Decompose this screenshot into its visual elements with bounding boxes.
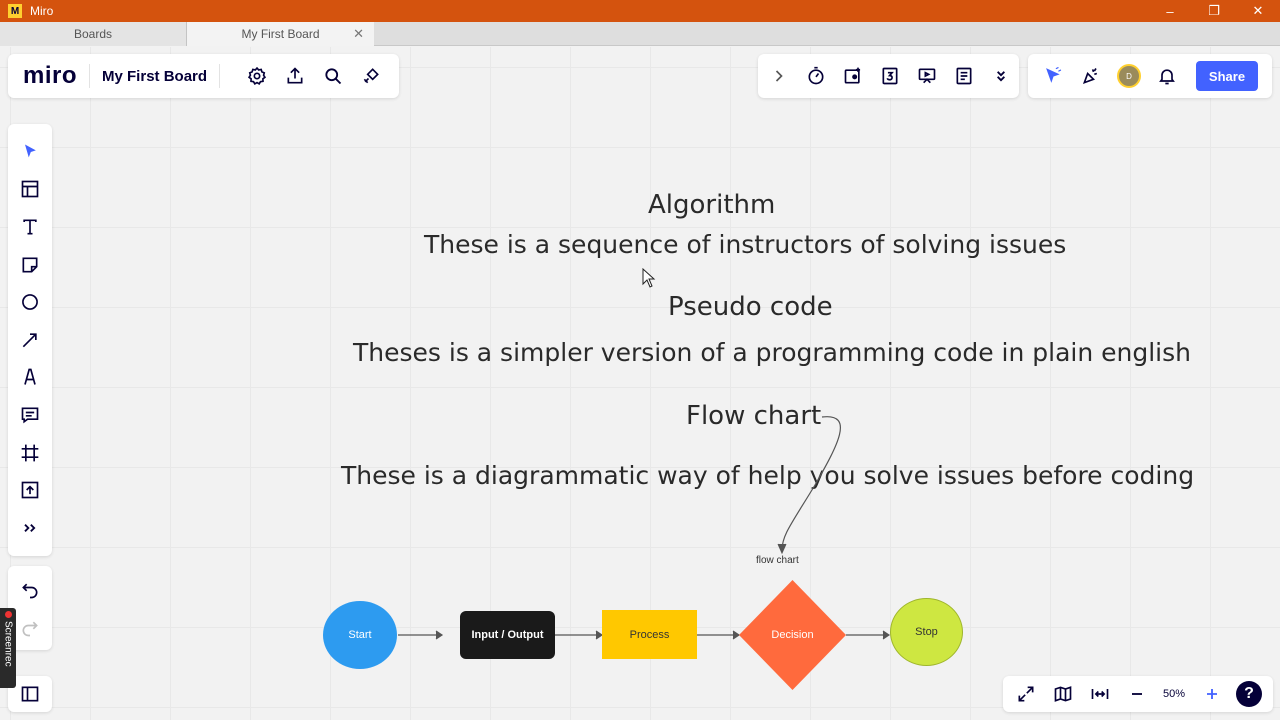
sticky-note-icon[interactable] [10,246,50,284]
comment-icon[interactable] [10,396,50,434]
window-title: Miro [30,4,54,18]
pseudo-code-heading[interactable]: Pseudo code [668,292,833,322]
avatar-initial: D [1117,64,1141,88]
notes-icon[interactable] [945,58,982,94]
tab-boards[interactable]: Boards [0,22,187,46]
recorder-label: Screenrec [2,621,14,667]
search-icon[interactable] [314,58,352,94]
tab-my-first-board[interactable]: My First Board ✕ [187,22,374,46]
minimap-icon[interactable] [1044,678,1081,710]
templates-icon[interactable] [10,171,50,209]
zoom-in-icon[interactable] [1193,678,1230,710]
select-cursor-icon[interactable] [10,133,50,171]
curved-connector[interactable] [760,405,860,565]
shapes-circle-icon[interactable] [10,283,50,321]
algorithm-description[interactable]: These is a sequence of instructors of so… [424,230,1066,259]
decision-shape[interactable] [739,580,846,690]
user-avatar[interactable]: D [1110,58,1148,94]
undo-icon[interactable] [10,571,50,609]
text-tool-icon[interactable] [10,208,50,246]
cursor-follow-icon[interactable] [1034,58,1072,94]
stop-shape[interactable]: Stop [890,598,963,666]
flow-chart-note[interactable]: flow chart [756,555,799,566]
sidebar-panel-icon [21,686,39,702]
close-window-button[interactable]: ✕ [1236,0,1280,22]
window-titlebar: M Miro – ❐ ✕ [0,0,1280,22]
process-shape[interactable]: Process [602,610,697,659]
start-shape[interactable]: Start [323,601,397,669]
stop-label: Stop [915,626,938,638]
redo-icon[interactable] [10,609,50,647]
process-label: Process [629,628,670,641]
divider [89,64,91,88]
fit-to-screen-icon[interactable] [1081,678,1118,710]
tab-bar: Boards My First Board ✕ [0,22,1280,46]
minimize-button[interactable]: – [1148,0,1192,22]
fullscreen-expand-icon[interactable] [1007,678,1044,710]
connection-line-icon[interactable] [10,321,50,359]
frame-icon[interactable] [10,434,50,472]
algorithm-heading[interactable]: Algorithm [648,190,775,220]
mouse-cursor-icon [642,268,656,288]
creation-toolbar [8,124,52,556]
share-toolbar: D Share [1028,54,1272,98]
notifications-bell-icon[interactable] [1148,58,1186,94]
window-controls: – ❐ ✕ [1148,0,1280,22]
screen-recorder-badge: Screenrec [0,608,16,688]
plug-integrations-icon[interactable] [352,58,390,94]
start-label: Start [348,629,372,641]
record-dot-icon [4,611,12,618]
restore-button[interactable]: ❐ [1192,0,1236,22]
upload-icon[interactable] [10,471,50,509]
zoom-toolbar: 50% ? [1003,676,1273,712]
voting-icon[interactable] [834,58,871,94]
help-icon[interactable]: ? [1236,681,1262,707]
tab-label: Boards [73,27,113,41]
zoom-out-icon[interactable] [1118,678,1155,710]
chevron-right-icon[interactable] [760,58,797,94]
miro-app-icon: M [8,4,22,18]
celebrate-icon[interactable] [1072,58,1110,94]
calendar-3-icon[interactable] [871,58,908,94]
chevron-double-down-icon[interactable] [982,58,1019,94]
board-header-panel: miro My First Board [8,54,399,98]
settings-gear-icon[interactable] [238,58,276,94]
share-button[interactable]: Share [1196,61,1258,91]
zoom-level[interactable]: 50% [1155,688,1193,700]
board-name[interactable]: My First Board [102,68,207,85]
more-tools-chevron-icon[interactable] [10,509,50,547]
input-output-label: Input / Output [471,629,544,641]
divider [219,64,221,88]
timer-icon[interactable] [797,58,834,94]
tab-label: My First Board [241,27,320,41]
collaboration-toolbar [758,54,1019,98]
input-output-shape[interactable]: Input / Output [460,611,555,659]
presentation-icon[interactable] [908,58,945,94]
pen-draw-icon[interactable] [10,359,50,397]
export-upload-icon[interactable] [276,58,314,94]
tab-close-icon[interactable]: ✕ [353,26,364,42]
miro-logo[interactable]: miro [23,62,77,90]
pseudo-code-description[interactable]: Theses is a simpler version of a program… [353,338,1191,367]
